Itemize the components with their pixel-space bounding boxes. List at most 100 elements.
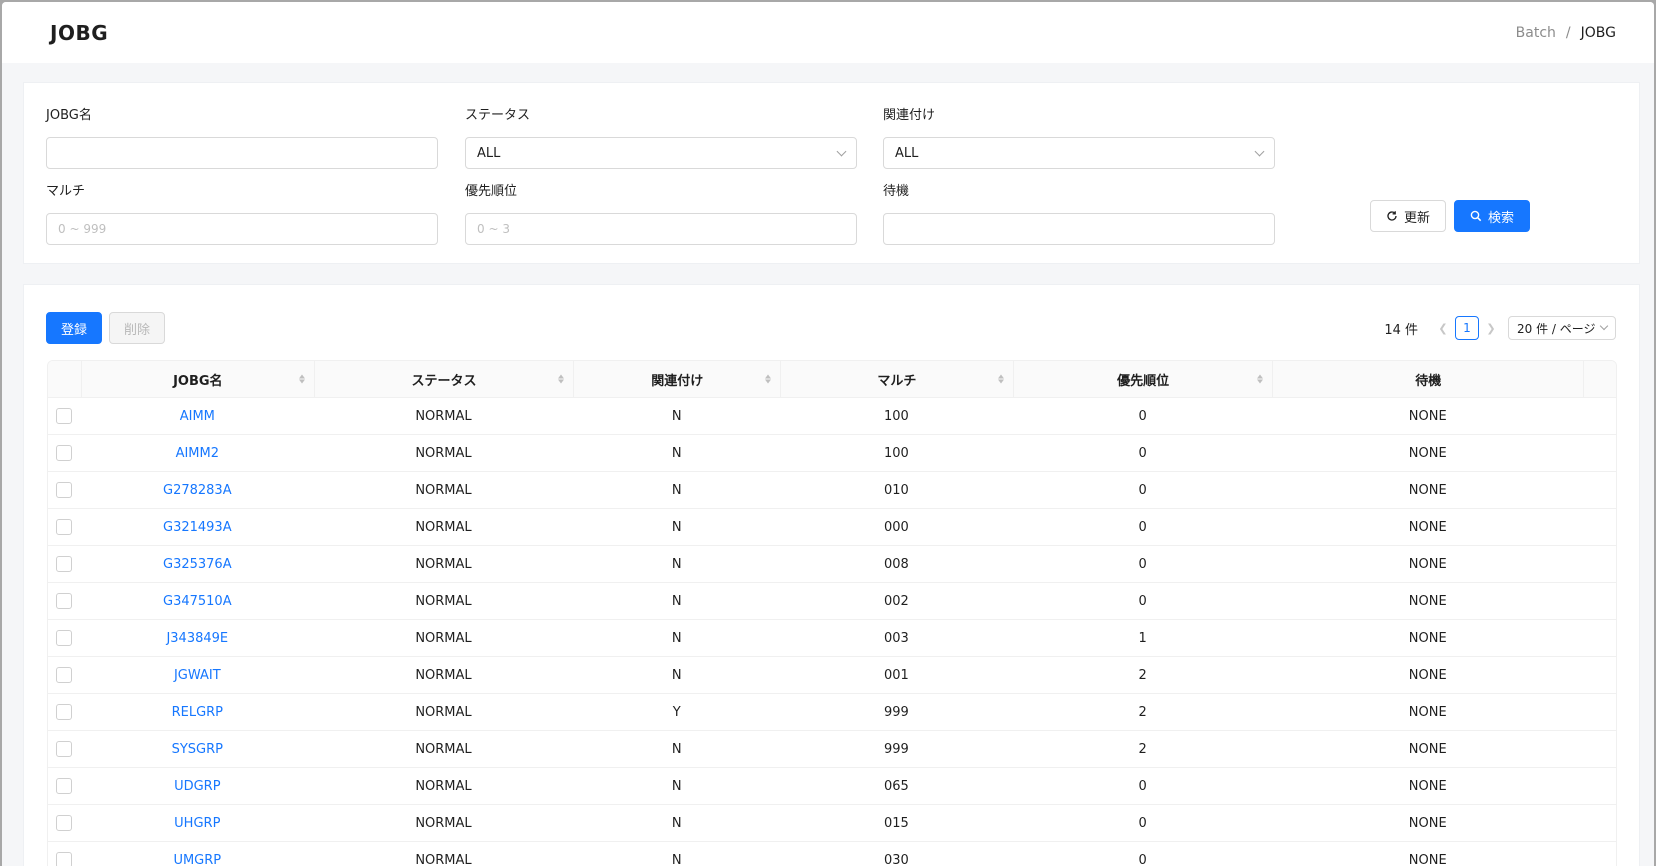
row-checkbox[interactable]	[56, 482, 73, 498]
sort-icon[interactable]	[765, 374, 772, 384]
row-select-cell	[48, 398, 81, 434]
delete-button[interactable]: 削除	[109, 312, 165, 344]
cell-priority-value: 1	[1138, 630, 1147, 646]
jobg-name-link[interactable]: G325376A	[163, 557, 232, 572]
cell-priority-value: 0	[1138, 778, 1147, 794]
jobg-name-link[interactable]: G321493A	[163, 520, 232, 535]
jobg-name-link[interactable]: UMGRP	[173, 853, 221, 866]
row-spacer-cell	[1583, 657, 1616, 693]
register-button[interactable]: 登録	[46, 312, 102, 344]
column-header-priority[interactable]: 優先順位	[1012, 361, 1273, 397]
row-checkbox[interactable]	[56, 556, 73, 572]
cell-priority-value: 0	[1138, 852, 1147, 866]
cell-status-value: NORMAL	[415, 852, 472, 866]
column-header-status[interactable]: ステータス	[313, 361, 574, 397]
cell-status-value: NORMAL	[415, 408, 472, 424]
cell-wait: NONE	[1272, 398, 1583, 434]
jobg-table: JOBG名 ステータス 関連付け マルチ 優先順位 待機 AIMM NORMAL…	[47, 360, 1617, 866]
row-checkbox[interactable]	[56, 445, 73, 461]
reset-button[interactable]: 更新	[1370, 200, 1446, 232]
priority-input[interactable]: 0 ~ 3	[465, 213, 857, 245]
search-panel: JOBG名 ステータス ALL 関連付け ALL マルチ 0 ~ 999 優先順…	[23, 82, 1640, 264]
jobg-name-link[interactable]: AIMM2	[176, 446, 219, 461]
jobg-name-link[interactable]: SYSGRP	[172, 742, 223, 757]
column-header-label: 優先順位	[1117, 373, 1170, 389]
row-checkbox[interactable]	[56, 408, 73, 424]
sort-icon[interactable]	[298, 374, 305, 384]
cell-wait: NONE	[1272, 805, 1583, 841]
jobg-name-link[interactable]: JGWAIT	[174, 668, 221, 683]
column-header-relation[interactable]: 関連付け	[573, 361, 780, 397]
relation-select[interactable]: ALL	[883, 137, 1275, 169]
row-checkbox[interactable]	[56, 815, 73, 831]
wait-input[interactable]	[883, 213, 1275, 245]
cell-relation-value: N	[671, 556, 682, 572]
relation-label: 関連付け	[883, 108, 936, 123]
cell-status: NORMAL	[314, 583, 574, 619]
jobg-name-link[interactable]: G347510A	[163, 594, 232, 609]
breadcrumb-batch-link[interactable]: Batch	[1516, 25, 1556, 41]
table-header-row: JOBG名 ステータス 関連付け マルチ 優先順位 待機	[48, 361, 1616, 398]
cell-priority-value: 0	[1138, 556, 1147, 572]
sort-icon[interactable]	[997, 374, 1004, 384]
cell-status: NORMAL	[314, 546, 574, 582]
column-header-multi[interactable]: マルチ	[780, 361, 1013, 397]
jobg-name-link[interactable]: UHGRP	[174, 816, 220, 831]
status-select[interactable]: ALL	[465, 137, 857, 169]
search-button[interactable]: 検索	[1454, 200, 1530, 232]
cell-wait-value: NONE	[1408, 482, 1447, 498]
row-checkbox[interactable]	[56, 519, 73, 535]
sort-icon[interactable]	[558, 374, 565, 384]
cell-priority: 2	[1013, 657, 1273, 693]
page-size-select[interactable]: 20 件 / ページ	[1508, 316, 1616, 340]
jobg-name-link[interactable]: G278283A	[163, 483, 232, 498]
table-row: G325376A NORMAL N 008 0 NONE	[48, 546, 1616, 583]
jobg-name-link[interactable]: UDGRP	[174, 779, 220, 794]
cell-multi-value: 015	[884, 815, 909, 831]
row-checkbox[interactable]	[56, 852, 73, 866]
cell-multi: 010	[780, 472, 1013, 508]
cell-wait-value: NONE	[1408, 556, 1447, 572]
jobg-name-label: JOBG名	[46, 108, 92, 123]
row-checkbox[interactable]	[56, 704, 73, 720]
cell-multi: 065	[780, 768, 1013, 804]
sort-icon[interactable]	[1257, 374, 1264, 384]
column-header-label: 関連付け	[651, 373, 704, 389]
chevron-down-icon	[1254, 146, 1265, 156]
cell-priority-value: 0	[1138, 482, 1147, 498]
cell-wait: NONE	[1272, 583, 1583, 619]
cell-multi: 000	[780, 509, 1013, 545]
cell-wait-value: NONE	[1408, 630, 1447, 646]
row-spacer-cell	[1583, 768, 1616, 804]
cell-jobg-name: SYSGRP	[81, 731, 314, 767]
cell-status: NORMAL	[314, 657, 574, 693]
row-checkbox[interactable]	[56, 778, 73, 794]
chevron-right-icon[interactable]: ❯	[1484, 322, 1498, 335]
row-checkbox[interactable]	[56, 630, 73, 646]
row-checkbox[interactable]	[56, 741, 73, 757]
breadcrumb-current: JOBG	[1580, 24, 1616, 41]
jobg-name-input[interactable]	[46, 137, 438, 169]
search-icon	[1470, 210, 1482, 222]
cell-jobg-name: UHGRP	[81, 805, 314, 841]
jobg-name-link[interactable]: RELGRP	[172, 705, 223, 720]
row-checkbox[interactable]	[56, 593, 73, 609]
cell-relation: N	[573, 657, 780, 693]
cell-jobg-name: AIMM2	[81, 435, 314, 471]
cell-relation-value: N	[671, 519, 682, 535]
row-spacer-cell	[1583, 805, 1616, 841]
row-checkbox[interactable]	[56, 667, 73, 683]
jobg-name-link[interactable]: J343849E	[166, 631, 228, 646]
jobg-name-link[interactable]: AIMM	[180, 409, 215, 424]
cell-status: NORMAL	[314, 842, 574, 866]
cell-relation-value: Y	[672, 704, 681, 720]
page-item[interactable]: 1	[1455, 316, 1479, 340]
chevron-left-icon[interactable]: ❮	[1436, 322, 1450, 335]
cell-priority: 2	[1013, 694, 1273, 730]
cell-multi: 002	[780, 583, 1013, 619]
cell-relation: N	[573, 620, 780, 656]
cell-wait: NONE	[1272, 620, 1583, 656]
multi-input[interactable]: 0 ~ 999	[46, 213, 438, 245]
column-header-jobg-name[interactable]: JOBG名	[80, 361, 314, 397]
cell-relation-value: N	[671, 445, 682, 461]
